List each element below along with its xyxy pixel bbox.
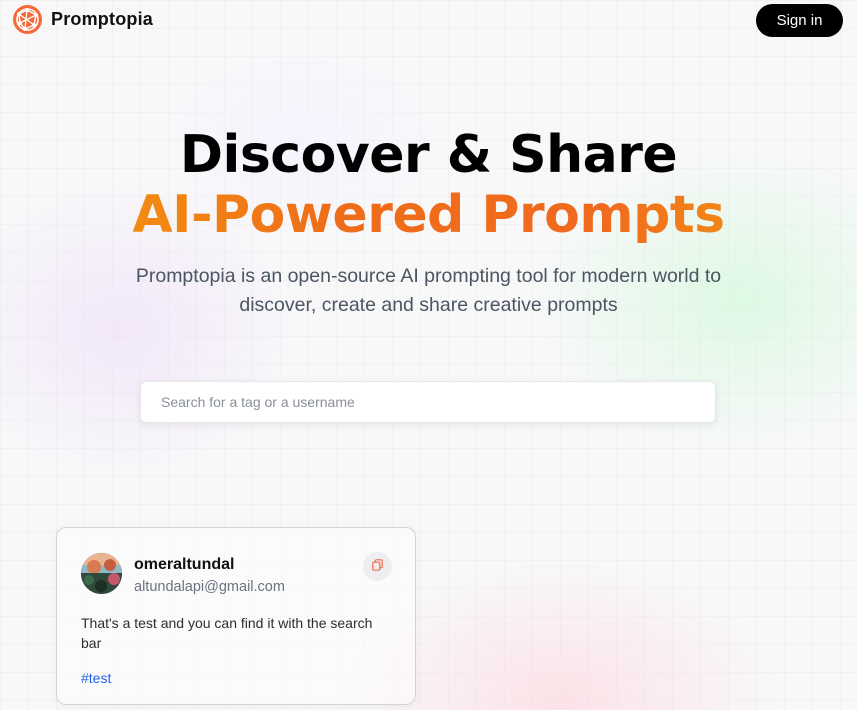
search-input[interactable] (140, 381, 716, 423)
post-username[interactable]: omeraltundal (134, 556, 234, 574)
post-tag[interactable]: #test (81, 670, 111, 686)
hero-description: Promptopia is an open-source AI promptin… (135, 265, 722, 316)
sign-in-button[interactable]: Sign in (756, 4, 843, 37)
avatar[interactable] (81, 553, 122, 594)
copy-icon (372, 558, 383, 576)
brand-name[interactable]: Promptopia (51, 9, 153, 30)
post-email: altundalapi@gmail.com (134, 579, 285, 595)
prompt-card: omeraltundal altundalapi@gmail.com That'… (56, 527, 416, 705)
logo-icon[interactable] (12, 4, 43, 35)
top-navbar: Promptopia Sign in (0, 0, 857, 40)
copy-button[interactable] (363, 552, 392, 581)
post-prompt-text: That's a test and you can find it with t… (81, 615, 373, 651)
hero-title-line1: Discover & Share (179, 125, 678, 185)
hero-title-line2: AI-Powered Prompts (0, 185, 857, 245)
